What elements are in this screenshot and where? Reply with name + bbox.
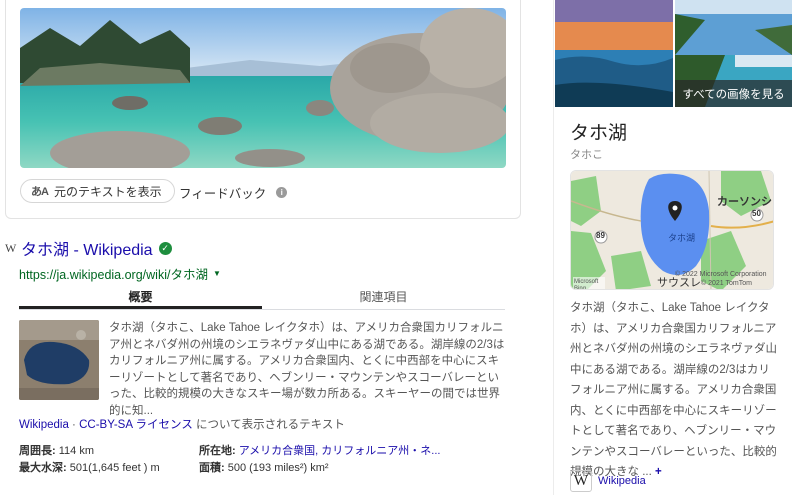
cc-license-link[interactable]: CC-BY-SA ライセンス [79,419,193,431]
panel-description: タホ湖（タホこ、Lake Tahoe レイクタホ）は、アメリカ合衆国カリフォルニ… [570,298,780,483]
fact-max-depth: 最大水深: 501(1,645 feet ) m [19,460,199,477]
expand-more-button[interactable]: + [655,466,662,478]
map-city-label: カーソンシ [717,196,772,208]
caret-down-icon[interactable]: ▼ [213,269,221,278]
map-brand: Microsoft Bing [574,279,599,290]
fact-key: 所在地: [199,445,236,457]
show-original-text-button[interactable]: あA 元のテキストを表示 [20,179,175,203]
tab-overview[interactable]: 概要 [19,284,262,309]
knowledge-panel: すべての画像を見る タホ湖 タホこ タホ湖 カーソンシ 50 89 サウスレ ©… [553,0,794,495]
facts-row: 周囲長: 114 km 所在地: アメリカ合衆国, カリフォルニア州・ネ... [19,443,509,460]
see-all-images-button[interactable]: すべての画像を見る [675,80,792,107]
fact-circumference: 周囲長: 114 km [19,443,199,460]
image-gallery: すべての画像を見る [555,0,792,107]
feedback-label: フィードバック [179,187,267,201]
map-copyright-1: © 2022 Microsoft Corporation [675,271,767,278]
translate-icon: あA [31,186,49,198]
image-card: あA 元のテキストを表示 フィードバック i [5,0,521,219]
result-title-row[interactable]: W タホ湖 - Wikipedia ✓ [5,236,515,260]
fact-value-link[interactable]: アメリカ合衆国, カリフォルニア州・ネ... [239,445,441,457]
gallery-image-sunset[interactable] [555,0,673,107]
wikipedia-logo-icon: W [570,470,592,492]
result-title[interactable]: タホ湖 - Wikipedia [21,236,153,260]
fact-location: 所在地: アメリカ合衆国, カリフォルニア州・ネ... [199,443,499,460]
snippet-text: タホ湖（タホこ、Lake Tahoe レイクタホ）は、アメリカ合衆国カリフォルニ… [109,322,505,417]
license-separator: · [68,419,80,431]
panel-source-label[interactable]: Wikipedia [598,475,646,487]
panel-title: タホ湖 [570,123,628,144]
show-original-text-label: 元のテキストを表示 [53,184,162,199]
fact-area: 面積: 500 (193 miles²) km² [199,460,499,477]
map-road-label-2: 89 [596,231,605,240]
wikipedia-favicon-icon: W [5,240,17,255]
fact-value: 501(1,645 feet ) m [69,462,160,474]
search-result-wikipedia: W タホ湖 - Wikipedia ✓ https://ja.wikipedia… [5,236,515,474]
result-url-text: https://ja.wikipedia.org/wiki/タホ湖 [19,268,208,282]
lake-hero-image[interactable] [20,8,506,168]
fact-key: 面積: [199,462,225,474]
panel-source[interactable]: W Wikipedia [570,470,646,492]
fact-value: 114 km [58,445,94,457]
tab-related[interactable]: 関連項目 [262,284,505,309]
wikipedia-link[interactable]: Wikipedia [19,419,69,431]
fact-key: 周囲長: [19,445,56,457]
verified-check-icon: ✓ [158,241,172,255]
map-road-label: 50 [752,209,761,218]
gallery-image-overlook[interactable] [675,0,792,55]
lake-map[interactable]: タホ湖 カーソンシ 50 89 サウスレ © 2022 Microsoft Co… [570,170,774,290]
panel-description-text: タホ湖（タホこ、Lake Tahoe レイクタホ）は、アメリカ合衆国カリフォルニ… [570,302,777,478]
lake-satellite-thumbnail[interactable] [19,320,99,400]
info-icon[interactable]: i [276,187,288,198]
result-snippet: タホ湖（タホこ、Lake Tahoe レイクタホ）は、アメリカ合衆国カリフォルニ… [19,320,505,419]
facts-row: 最大水深: 501(1,645 feet ) m 面積: 500 (193 mi… [19,460,509,477]
map-copyright-2: © 2021 TomTom [701,280,752,287]
fact-key: 最大水深: [19,462,67,474]
result-tabs: 概要 関連項目 [19,284,505,310]
fact-value: 500 (193 miles²) km² [227,462,329,474]
feedback-link[interactable]: フィードバック i [179,183,288,202]
map-lake-label: タホ湖 [668,233,696,243]
result-url[interactable]: https://ja.wikipedia.org/wiki/タホ湖 ▼ [19,264,515,283]
license-tail: について表示されるテキスト [192,419,345,431]
facts-table: 周囲長: 114 km 所在地: アメリカ合衆国, カリフォルニア州・ネ... … [19,443,509,477]
panel-subtitle: タホこ [570,149,603,161]
license-line: Wikipedia · CC-BY-SA ライセンス について表示されるテキスト [19,416,345,432]
